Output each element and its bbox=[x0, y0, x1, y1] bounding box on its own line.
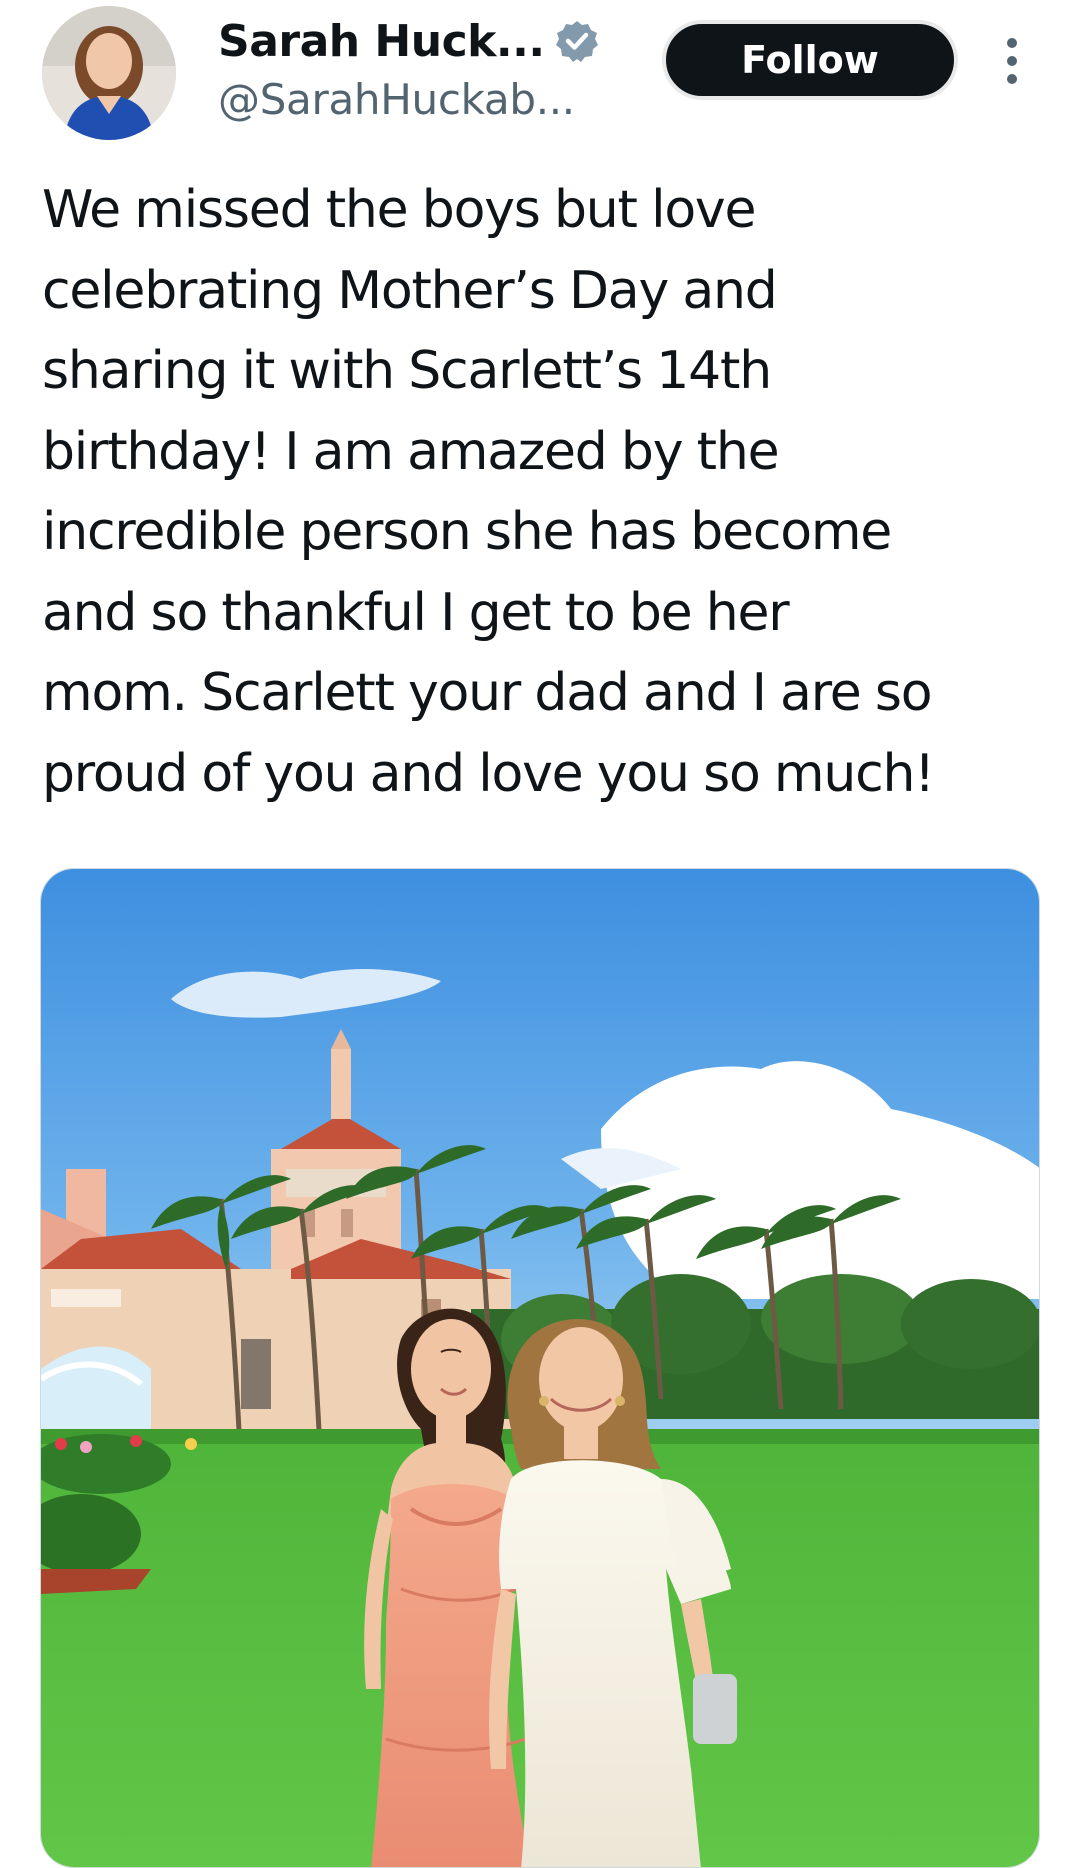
author-display-name[interactable]: Sarah Huck... bbox=[218, 16, 545, 67]
verified-badge-icon bbox=[555, 19, 599, 63]
follow-button[interactable]: Follow bbox=[662, 20, 958, 100]
author-name-row: Sarah Huck... bbox=[218, 14, 599, 68]
tweet-photo[interactable] bbox=[40, 868, 1040, 1868]
more-vertical-icon[interactable] bbox=[998, 36, 1026, 86]
photo-scene bbox=[41, 869, 1039, 1867]
tweet-header: Sarah Huck... @SarahHuckab... Follow bbox=[0, 0, 1080, 145]
author-avatar[interactable] bbox=[42, 6, 176, 140]
author-handle[interactable]: @SarahHuckab... bbox=[218, 75, 575, 124]
tweet-text: We missed the boys but love celebrating … bbox=[42, 180, 935, 804]
